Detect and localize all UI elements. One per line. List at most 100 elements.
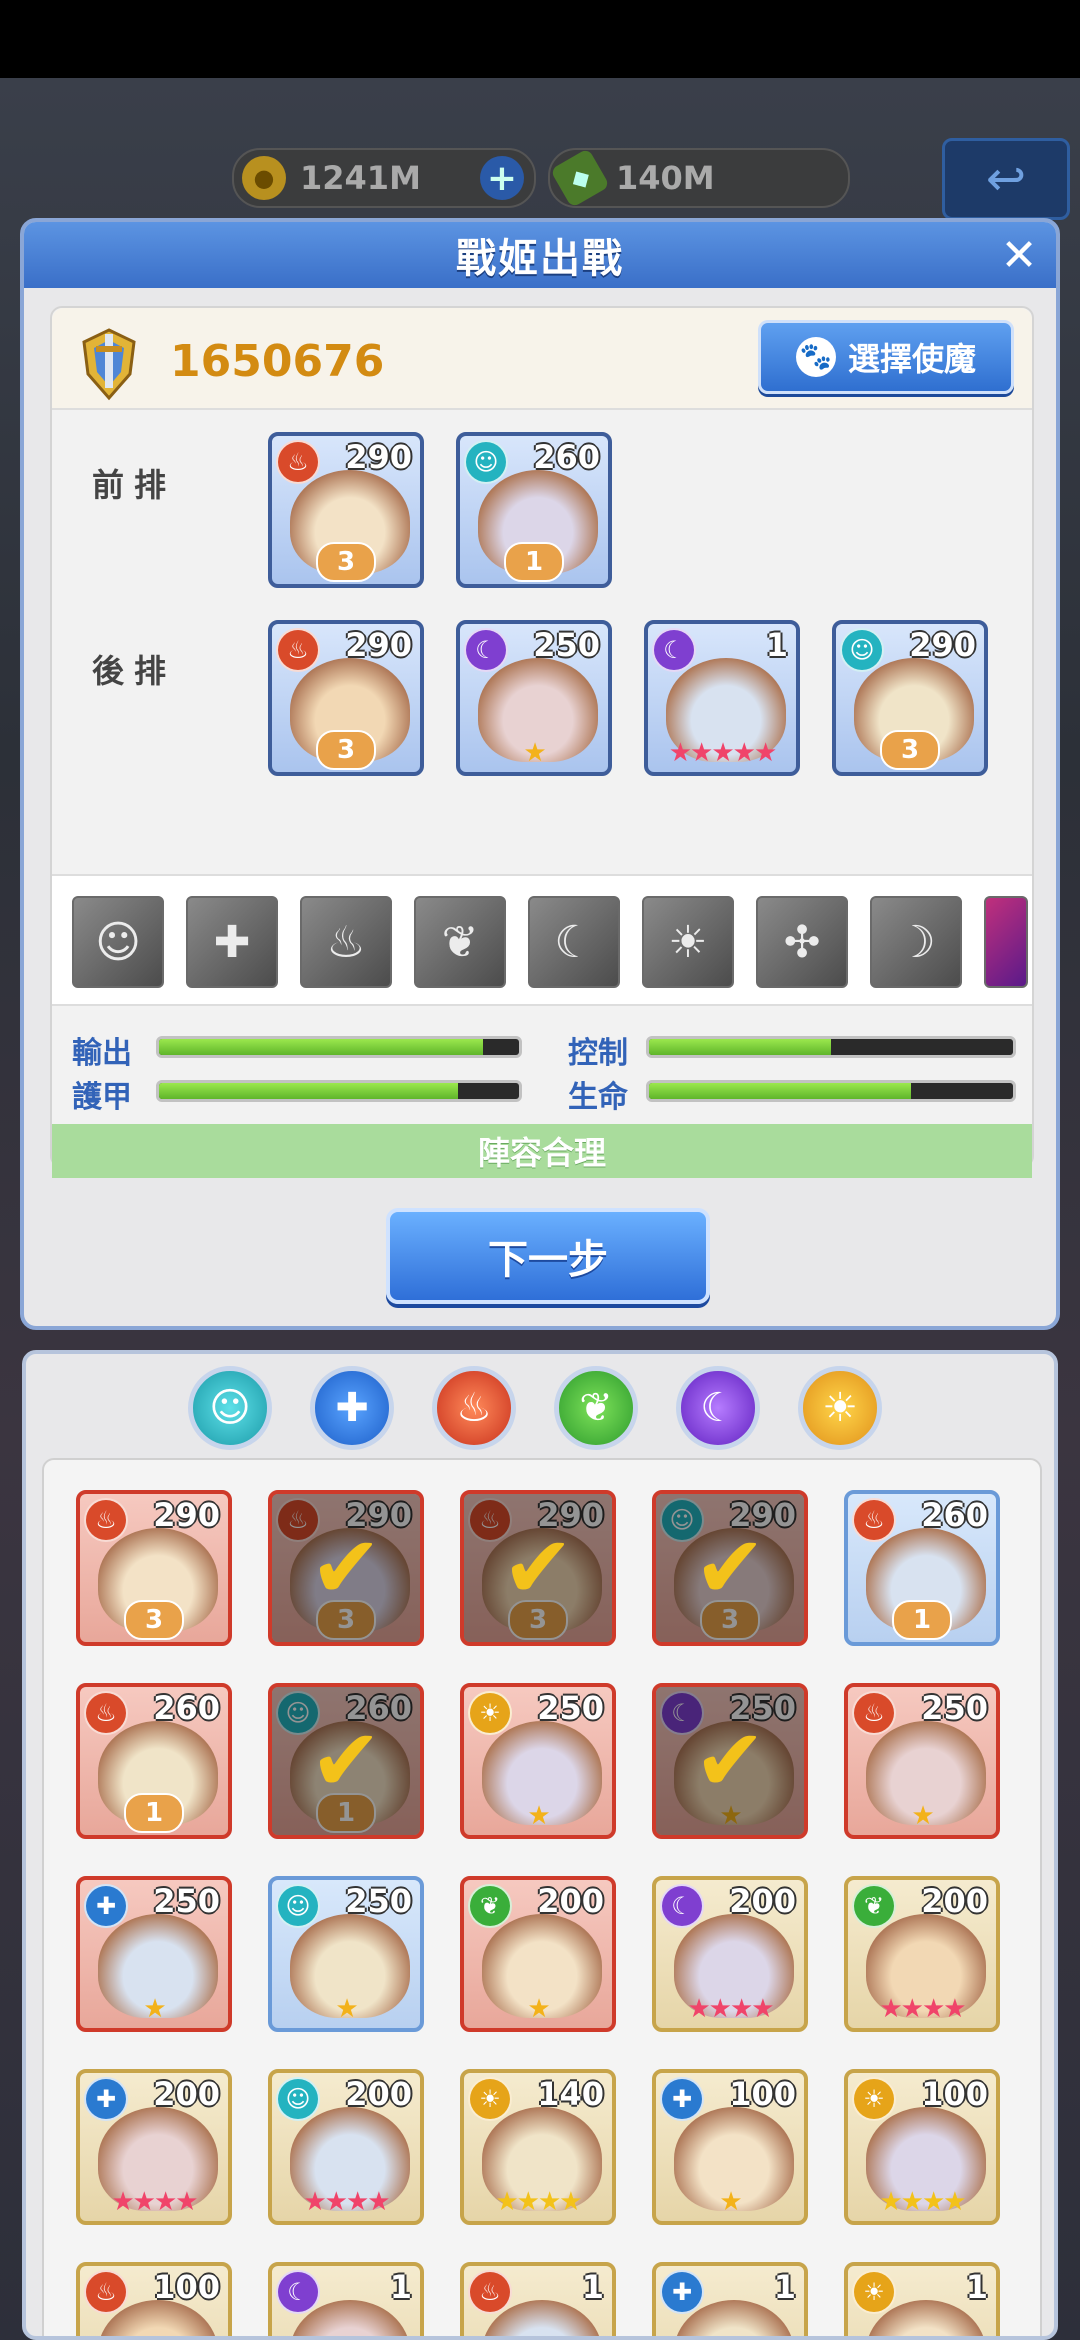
fire-element-icon: ♨	[84, 1691, 128, 1735]
roster-panel: ☺ ✚ ♨ ❦ ☾ ☀ ♨ 290 3 ♨ 290 3 ✔ ♨ 290 3 ✔ ☺ 290 3 ✔ ♨ 260 1 ♨ 260 1…	[22, 1350, 1058, 2340]
water-element-icon: ☺	[276, 2077, 320, 2121]
stat-bar-armor	[156, 1080, 522, 1102]
fire-element-icon: ♨	[468, 2270, 512, 2314]
filter-holy-button[interactable]: ☀	[798, 1366, 882, 1450]
star-rating: ★★★★	[879, 2187, 966, 2217]
roster-character-card[interactable]: ✚ 200 ★★★★	[76, 2069, 232, 2225]
character-level: 250	[533, 626, 600, 664]
roster-character-card[interactable]: ☺ 200 ★★★★	[268, 2069, 424, 2225]
character-level: 260	[153, 1689, 220, 1727]
stat-fill-life	[649, 1083, 912, 1099]
roster-character-card[interactable]: ❦ 200 ★★★★	[844, 1876, 1000, 2032]
star-rating: ★★★★★	[668, 738, 778, 768]
selected-check-icon: ✔	[272, 1687, 420, 1835]
fire-element-icon: ♨	[852, 1498, 896, 1542]
back-slot-card[interactable]: ☺ 290 3	[832, 620, 988, 776]
power-row: 1650676 🐾 選擇使魔	[52, 308, 1032, 410]
gem-counter: ◆ 140M	[548, 147, 850, 209]
element-skill-bar: ☺ ✚ ♨ ❦ ☾ ☀ ✣ ☽	[52, 874, 1032, 1006]
flame-icon[interactable]: ♨	[300, 896, 392, 988]
close-button[interactable]: ✕	[996, 230, 1042, 281]
character-level: 200	[345, 2075, 412, 2113]
stat-fill-armor	[159, 1083, 458, 1099]
roster-character-card[interactable]: ☺ 260 1 ✔	[268, 1683, 424, 1839]
character-level: 1	[965, 2268, 988, 2306]
back-slot-card[interactable]: ♨ 290 3	[268, 620, 424, 776]
roster-character-card[interactable]: ♨ 260 1	[844, 1490, 1000, 1646]
star-rating: ★	[527, 1994, 550, 2024]
character-level: 250	[921, 1689, 988, 1727]
star-rating: ★★★★	[687, 1994, 774, 2024]
roster-character-card[interactable]: ✚ 250 ★	[76, 1876, 232, 2032]
roster-character-card[interactable]: ☾ 250 ★ ✔	[652, 1683, 808, 1839]
coin-icon: ●	[242, 156, 286, 200]
filter-nature-button[interactable]: ❦	[554, 1366, 638, 1450]
character-level: 1	[773, 2268, 796, 2306]
panel-title: 戰姬出戰	[456, 236, 624, 282]
roster-character-card[interactable]: ☀ 140 ★★★★	[460, 2069, 616, 2225]
filter-fire-button[interactable]: ♨	[432, 1366, 516, 1450]
holy-element-icon: ☀	[852, 2270, 896, 2314]
character-level: 100	[921, 2075, 988, 2113]
stat-label-life: 生命	[568, 1080, 628, 1115]
roster-character-card[interactable]: ♨ 250 ★	[844, 1683, 1000, 1839]
roster-character-card[interactable]: ♨ 290 3	[76, 1490, 232, 1646]
ghost-icon[interactable]: ☺	[72, 896, 164, 988]
star-rating: ★★★★	[111, 2187, 198, 2217]
filter-shield-button[interactable]: ✚	[310, 1366, 394, 1450]
add-gold-button[interactable]: +	[480, 156, 524, 200]
roster-character-card[interactable]: ❦ 200 ★	[460, 1876, 616, 2032]
stat-bar-output	[156, 1036, 522, 1058]
roster-character-card[interactable]: ♨ 260 1	[76, 1683, 232, 1839]
filter-water-button[interactable]: ☺	[188, 1366, 272, 1450]
rank-badge: 3	[880, 730, 940, 770]
roster-character-card[interactable]: ✚ 100 ★	[652, 2069, 808, 2225]
team-verdict: 陣容合理	[52, 1124, 1032, 1178]
star-rating: ★	[527, 1801, 550, 1831]
rank-badge: 1	[504, 542, 564, 582]
next-step-button[interactable]: 下一步	[386, 1208, 710, 1304]
dark-element-icon: ☾	[652, 628, 696, 672]
back-button[interactable]: ↩	[942, 138, 1070, 220]
roster-character-card[interactable]: ☾ 200 ★★★★	[652, 1876, 808, 2032]
shield-element-icon: ✚	[660, 2270, 704, 2314]
roster-character-card[interactable]: ☺ 290 3 ✔	[652, 1490, 808, 1646]
select-pet-button[interactable]: 🐾 選擇使魔	[758, 320, 1014, 394]
swirl-icon[interactable]: ✣	[756, 896, 848, 988]
front-slot-card[interactable]: ♨ 290 3	[268, 432, 424, 588]
moon-icon[interactable]: ☾	[528, 896, 620, 988]
character-level: 200	[153, 2075, 220, 2113]
rank-badge: 1	[124, 1793, 184, 1833]
star-rating: ★	[335, 1994, 358, 2024]
team-panel: 戰姬出戰 ✕ 1650676 🐾 選擇使魔 前排 後排 ☺ ✚ ♨ ❦ ☾ ☀ ✣ ☽ 輸出 …	[20, 218, 1060, 1330]
fire-element-icon: ♨	[276, 628, 320, 672]
moon-sun-icon[interactable]: ☽	[870, 896, 962, 988]
filter-dark-button[interactable]: ☾	[676, 1366, 760, 1450]
character-level: 100	[729, 2075, 796, 2113]
star-rating: ★★★★	[879, 1994, 966, 2024]
more-skill-icon[interactable]	[984, 896, 1028, 988]
back-slot-card[interactable]: ☾ 250 ★	[456, 620, 612, 776]
roster-character-card[interactable]: ♨ 100	[76, 2262, 232, 2336]
roster-character-card[interactable]: ☾ 1	[268, 2262, 424, 2336]
shield-cross-icon[interactable]: ✚	[186, 896, 278, 988]
star-rating: ★	[719, 2187, 742, 2217]
character-level: 1	[389, 2268, 412, 2306]
roster-character-card[interactable]: ☺ 250 ★	[268, 1876, 424, 2032]
rank-badge: 3	[124, 1600, 184, 1640]
roster-character-card[interactable]: ♨ 290 3 ✔	[268, 1490, 424, 1646]
roster-character-card[interactable]: ☀ 1	[844, 2262, 1000, 2336]
front-slot-card[interactable]: ☺ 260 1	[456, 432, 612, 588]
star-rating: ★	[143, 1994, 166, 2024]
character-level: 250	[345, 1882, 412, 1920]
roster-character-card[interactable]: ♨ 1	[460, 2262, 616, 2336]
sun-icon[interactable]: ☀	[642, 896, 734, 988]
roster-character-card[interactable]: ✚ 1	[652, 2262, 808, 2336]
back-slot-card[interactable]: ☾ 1 ★★★★★	[644, 620, 800, 776]
selected-check-icon: ✔	[464, 1494, 612, 1642]
roster-character-card[interactable]: ♨ 290 3 ✔	[460, 1490, 616, 1646]
roster-character-card[interactable]: ☀ 100 ★★★★	[844, 2069, 1000, 2225]
roster-character-card[interactable]: ☀ 250 ★	[460, 1683, 616, 1839]
leaf-icon[interactable]: ❦	[414, 896, 506, 988]
nature-element-icon: ❦	[852, 1884, 896, 1928]
